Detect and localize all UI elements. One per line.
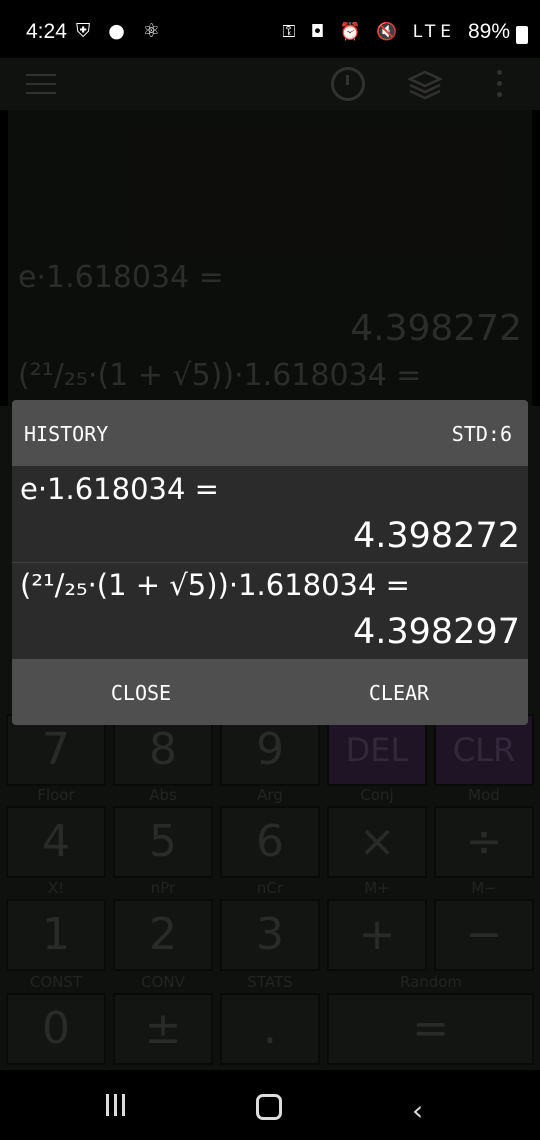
status-time: 4:24	[26, 20, 67, 43]
status-bar: 4:24 ⛨ ● ⚛ ⚿ ◘ ⏰ 🔇 LTE 89%	[0, 0, 540, 58]
dialog-header: HISTORY STD:6	[12, 400, 528, 466]
history-dialog: HISTORY STD:6 e·1.618034 = 4.398272 (²¹/…	[12, 400, 528, 725]
dialog-footer: CLOSE CLEAR	[12, 659, 528, 725]
recent-apps-icon[interactable]	[106, 1094, 130, 1120]
dialog-title: HISTORY	[24, 422, 109, 446]
status-right-icons: ⚿ ◘ ⏰ 🔇 LTE	[282, 22, 456, 42]
history-item[interactable]: e·1.618034 = 4.398272	[12, 466, 528, 562]
display-mode-label: STD:6	[451, 422, 512, 446]
clear-button[interactable]: CLEAR	[299, 681, 499, 705]
close-button[interactable]: CLOSE	[41, 681, 241, 705]
home-icon[interactable]	[256, 1094, 282, 1120]
history-expression: e·1.618034 =	[20, 472, 219, 506]
status-left-icons: ⛨ ● ⚛	[76, 20, 166, 42]
history-item[interactable]: (²¹/₂₅·(1 + √5))·1.618034 = 4.398297	[12, 562, 528, 658]
battery-percent: 89%	[467, 20, 510, 43]
history-result: 4.398297	[352, 612, 520, 652]
history-result: 4.398272	[352, 516, 520, 556]
system-nav-bar: ‹	[0, 1070, 540, 1140]
back-icon[interactable]: ‹	[412, 1094, 423, 1127]
history-expression: (²¹/₂₅·(1 + √5))·1.618034 =	[20, 568, 410, 602]
battery-icon	[516, 26, 528, 44]
